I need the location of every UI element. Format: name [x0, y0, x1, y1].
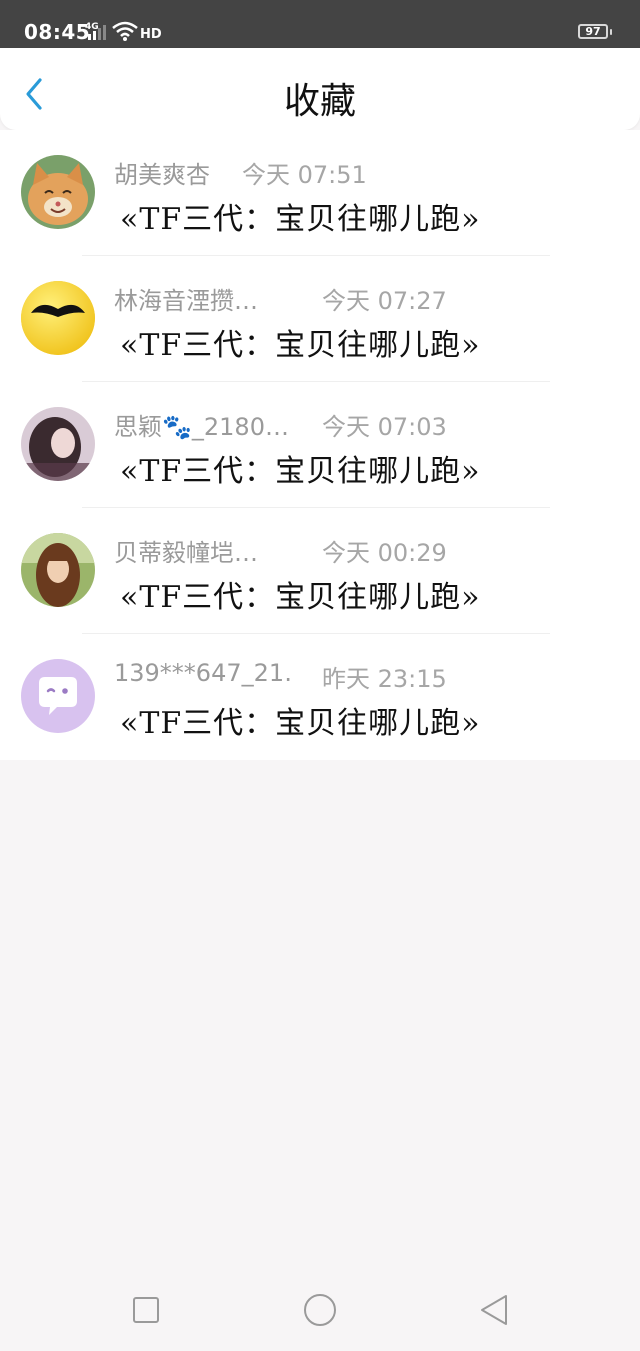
status-bar: 08:45 4G HD 97: [0, 0, 640, 48]
triangle-back-icon: [481, 1295, 507, 1325]
girl-photo-icon: [21, 407, 95, 481]
nav-back-button[interactable]: [474, 1290, 514, 1330]
timestamp: 昨天 23:15: [322, 665, 447, 693]
system-nav-bar: [0, 1270, 640, 1351]
square-icon: [133, 1297, 159, 1323]
timestamp: 今天 07:51: [242, 161, 367, 189]
list-item[interactable]: 贝蒂毅幢垲… 今天 00:29 «TF三代：宝贝往哪儿跑»: [0, 508, 640, 634]
battery-icon: 97: [578, 24, 608, 39]
avatar: [21, 533, 95, 607]
list-item[interactable]: 胡美爽杏 今天 07:51 «TF三代：宝贝往哪儿跑»: [0, 130, 640, 256]
page-title: 收藏: [283, 81, 356, 122]
avatar: [21, 155, 95, 229]
list-item[interactable]: 思颖🐾_2180… 今天 07:03 «TF三代：宝贝往哪儿跑»: [0, 382, 640, 508]
hd-badge: HD: [140, 27, 162, 42]
battery-tip: [610, 29, 612, 35]
timestamp: 今天 07:27: [322, 287, 447, 315]
signal-icon: [88, 25, 106, 40]
favorite-title: «TF三代：宝贝往哪儿跑»: [120, 706, 481, 741]
favorite-title: «TF三代：宝贝往哪儿跑»: [120, 202, 481, 237]
sender-name: 贝蒂毅幢垲…: [114, 539, 258, 567]
avatar: [21, 281, 95, 355]
favorite-title: «TF三代：宝贝往哪儿跑»: [120, 328, 481, 363]
wifi-icon: [112, 21, 138, 41]
timestamp: 今天 00:29: [322, 539, 447, 567]
status-time: 08:45: [24, 20, 91, 44]
cat-avatar-icon: [21, 155, 95, 229]
app-header: 收藏: [0, 48, 640, 130]
circle-icon: [304, 1294, 336, 1326]
girl-outdoor-photo-icon: [21, 533, 95, 607]
timestamp: 今天 07:03: [322, 413, 447, 441]
avatar: [21, 407, 95, 481]
list-item[interactable]: 林海音湮攒… 今天 07:27 «TF三代：宝贝往哪儿跑»: [0, 256, 640, 382]
home-button[interactable]: [300, 1290, 340, 1330]
recent-apps-button[interactable]: [126, 1290, 166, 1330]
chat-bubble-face-icon: [21, 659, 95, 733]
avatar: [21, 659, 95, 733]
sender-name: 林海音湮攒…: [114, 287, 258, 315]
sender-name: 139***647_21…: [114, 659, 294, 687]
mustache-face-icon: [21, 281, 95, 355]
list-item[interactable]: 139***647_21… 昨天 23:15 «TF三代：宝贝往哪儿跑»: [0, 634, 640, 760]
favorites-list: 胡美爽杏 今天 07:51 «TF三代：宝贝往哪儿跑» 林海音湮攒… 今天 07…: [0, 130, 640, 760]
favorite-title: «TF三代：宝贝往哪儿跑»: [120, 580, 481, 615]
sender-name: 思颖🐾_2180…: [114, 413, 289, 441]
favorite-title: «TF三代：宝贝往哪儿跑»: [120, 454, 481, 489]
